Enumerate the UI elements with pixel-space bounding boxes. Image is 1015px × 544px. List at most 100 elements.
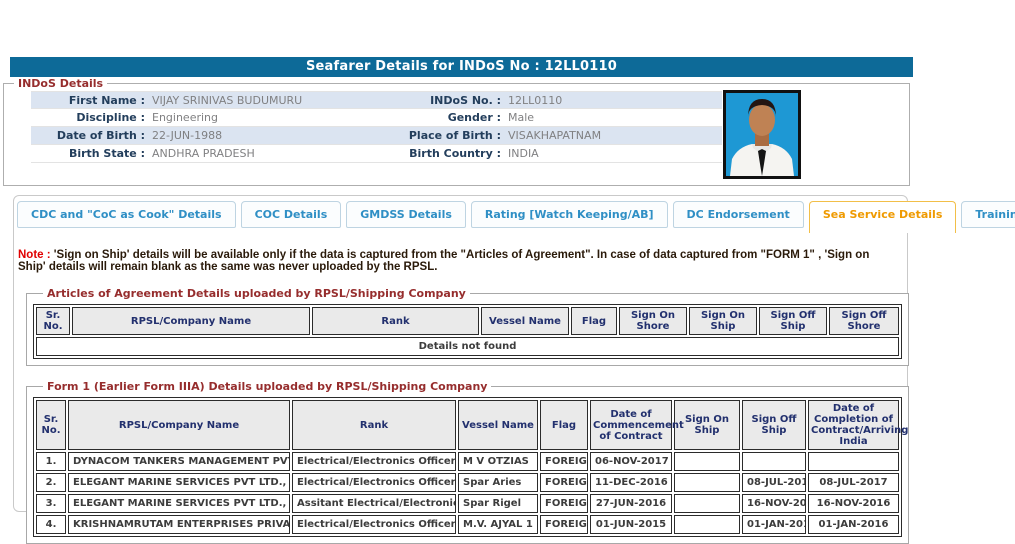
form1-header-flag: Flag	[540, 400, 588, 450]
aoa-header-sign-off-ship: Sign Off Ship	[759, 307, 827, 335]
tab-sea-service-details[interactable]: Sea Service Details	[809, 201, 957, 233]
aoa-empty-row: Details not found	[36, 337, 899, 356]
aoa-header-flag: Flag	[571, 307, 617, 335]
sr-no-cell: 1.	[36, 452, 66, 471]
form1-table: Sr. No. RPSL/Company Name Rank Vessel Na…	[33, 397, 902, 537]
form1-header-date-completion: Date of Completion of Contract/Arriving …	[808, 400, 899, 450]
note-prefix: Note :	[18, 249, 51, 261]
aoa-header-sr-no: Sr. No.	[36, 307, 70, 335]
indos-no-label: INDoS No. :	[331, 92, 501, 109]
aoa-header-vessel: Vessel Name	[481, 307, 569, 335]
articles-of-agreement-legend: Articles of Agreement Details uploaded b…	[43, 287, 470, 300]
form1-header-rank: Rank	[292, 400, 456, 450]
seafarer-photo	[723, 90, 801, 179]
indos-row-date-of-birth: Date of Birth : 22-JUN-1988 Place of Bir…	[31, 127, 722, 145]
company-cell: DYNACOM TANKERS MANAGEMENT PVT.LTD.	[68, 452, 290, 471]
flag-cell: FOREIGN	[540, 515, 588, 534]
form1-header-date-commencement: Date of Commencement of Contract	[590, 400, 672, 450]
date-of-birth-value: 22-JUN-1988	[145, 127, 331, 144]
birth-country-value: INDIA	[501, 145, 722, 162]
table-row: 4. KRISHNAMRUTAM ENTERPRISES PRIVATE LIM…	[36, 515, 899, 534]
table-row: 3. ELEGANT MARINE SERVICES PVT LTD., Ass…	[36, 494, 899, 513]
indos-row-first-name: First Name : VIJAY SRINIVAS BUDUMURU IND…	[31, 91, 722, 109]
tab-training-details[interactable]: Training Details	[961, 201, 1015, 228]
company-cell: ELEGANT MARINE SERVICES PVT LTD.,	[68, 473, 290, 492]
tab-dc-endorsement[interactable]: DC Endorsement	[673, 201, 804, 228]
date-completion-cell: 01-JAN-2016	[808, 515, 899, 534]
tab-bar: CDC and "CoC as Cook" Details COC Detail…	[17, 201, 907, 234]
form1-legend: Form 1 (Earlier Form IIIA) Details uploa…	[43, 380, 491, 393]
indos-row-discipline: Discipline : Engineering Gender : Male	[31, 109, 722, 127]
articles-of-agreement-fieldset: Articles of Agreement Details uploaded b…	[26, 287, 909, 366]
aoa-header-company: RPSL/Company Name	[72, 307, 310, 335]
form1-fieldset: Form 1 (Earlier Form IIIA) Details uploa…	[26, 380, 909, 544]
place-of-birth-label: Place of Birth :	[331, 127, 501, 144]
sr-no-cell: 4.	[36, 515, 66, 534]
first-name-label: First Name :	[31, 92, 145, 109]
sr-no-cell: 3.	[36, 494, 66, 513]
indos-row-birth-state: Birth State : ANDHRA PRADESH Birth Count…	[31, 145, 722, 163]
date-commencement-cell: 11-DEC-2016	[590, 473, 672, 492]
table-row: 2. ELEGANT MARINE SERVICES PVT LTD., Ele…	[36, 473, 899, 492]
form1-header-sr-no: Sr. No.	[36, 400, 66, 450]
form1-header-company: RPSL/Company Name	[68, 400, 290, 450]
tab-coc-details[interactable]: COC Details	[241, 201, 342, 228]
gender-label: Gender :	[331, 109, 501, 126]
company-cell: KRISHNAMRUTAM ENTERPRISES PRIVATE LIMITE…	[68, 515, 290, 534]
date-completion-cell	[808, 452, 899, 471]
articles-of-agreement-table: Sr. No. RPSL/Company Name Rank Vessel Na…	[33, 304, 902, 359]
aoa-header-row: Sr. No. RPSL/Company Name Rank Vessel Na…	[36, 307, 899, 335]
date-completion-cell: 16-NOV-2016	[808, 494, 899, 513]
date-of-birth-label: Date of Birth :	[31, 127, 145, 144]
birth-state-label: Birth State :	[31, 145, 145, 162]
flag-cell: FOREIGN	[540, 494, 588, 513]
form1-header-row: Sr. No. RPSL/Company Name Rank Vessel Na…	[36, 400, 899, 450]
note-text: 'Sign on Ship' details will be available…	[18, 249, 869, 273]
rank-cell: Electrical/Electronics Officer	[292, 515, 456, 534]
indos-no-value: 12LL0110	[501, 92, 722, 109]
details-not-found-message: Details not found	[36, 337, 899, 356]
first-name-value: VIJAY SRINIVAS BUDUMURU	[145, 92, 331, 109]
sign-off-ship-cell: 08-JUL-2017	[742, 473, 806, 492]
sign-off-ship-cell: 16-NOV-2016	[742, 494, 806, 513]
discipline-value: Engineering	[145, 109, 331, 126]
discipline-label: Discipline :	[31, 109, 145, 126]
indos-details-grid: First Name : VIJAY SRINIVAS BUDUMURU IND…	[31, 91, 722, 163]
flag-cell: FOREIGN	[540, 473, 588, 492]
vessel-cell: M V OTZIAS	[458, 452, 538, 471]
date-commencement-cell: 27-JUN-2016	[590, 494, 672, 513]
form1-header-vessel: Vessel Name	[458, 400, 538, 450]
sign-on-ship-cell	[674, 515, 740, 534]
tab-cdc-coc-as-cook-details[interactable]: CDC and "CoC as Cook" Details	[17, 201, 236, 228]
seafarer-photo-image	[726, 93, 798, 176]
tab-gmdss-details[interactable]: GMDSS Details	[346, 201, 466, 228]
aoa-header-sign-on-shore: Sign On Shore	[619, 307, 687, 335]
page-title: Seafarer Details for INDoS No : 12LL0110	[10, 57, 913, 77]
place-of-birth-value: VISAKHAPATNAM	[501, 127, 722, 144]
date-completion-cell: 08-JUL-2017	[808, 473, 899, 492]
sr-no-cell: 2.	[36, 473, 66, 492]
sign-on-ship-cell	[674, 473, 740, 492]
rank-cell: Electrical/Electronics Officer	[292, 452, 456, 471]
aoa-header-sign-off-shore: Sign Off Shore	[829, 307, 899, 335]
birth-state-value: ANDHRA PRADESH	[145, 145, 331, 162]
sign-on-ship-note: Note : 'Sign on Ship' details will be av…	[18, 250, 899, 273]
sea-service-tab-panel: CDC and "CoC as Cook" Details COC Detail…	[13, 195, 908, 512]
aoa-header-rank: Rank	[312, 307, 479, 335]
sign-off-ship-cell	[742, 452, 806, 471]
sign-on-ship-cell	[674, 452, 740, 471]
gender-value: Male	[501, 109, 722, 126]
vessel-cell: M.V. AJYAL 1	[458, 515, 538, 534]
tab-rating-watch-keeping-ab[interactable]: Rating [Watch Keeping/AB]	[471, 201, 668, 228]
flag-cell: FOREIGN	[540, 452, 588, 471]
rank-cell: Electrical/Electronics Officer	[292, 473, 456, 492]
rank-cell: Assitant Electrical/Electronics Officer	[292, 494, 456, 513]
date-commencement-cell: 06-NOV-2017	[590, 452, 672, 471]
vessel-cell: Spar Aries	[458, 473, 538, 492]
form1-header-sign-off-ship: Sign Off Ship	[742, 400, 806, 450]
table-row: 1. DYNACOM TANKERS MANAGEMENT PVT.LTD. E…	[36, 452, 899, 471]
vessel-cell: Spar Rigel	[458, 494, 538, 513]
birth-country-label: Birth Country :	[331, 145, 501, 162]
sign-on-ship-cell	[674, 494, 740, 513]
aoa-header-sign-on-ship: Sign On Ship	[689, 307, 757, 335]
